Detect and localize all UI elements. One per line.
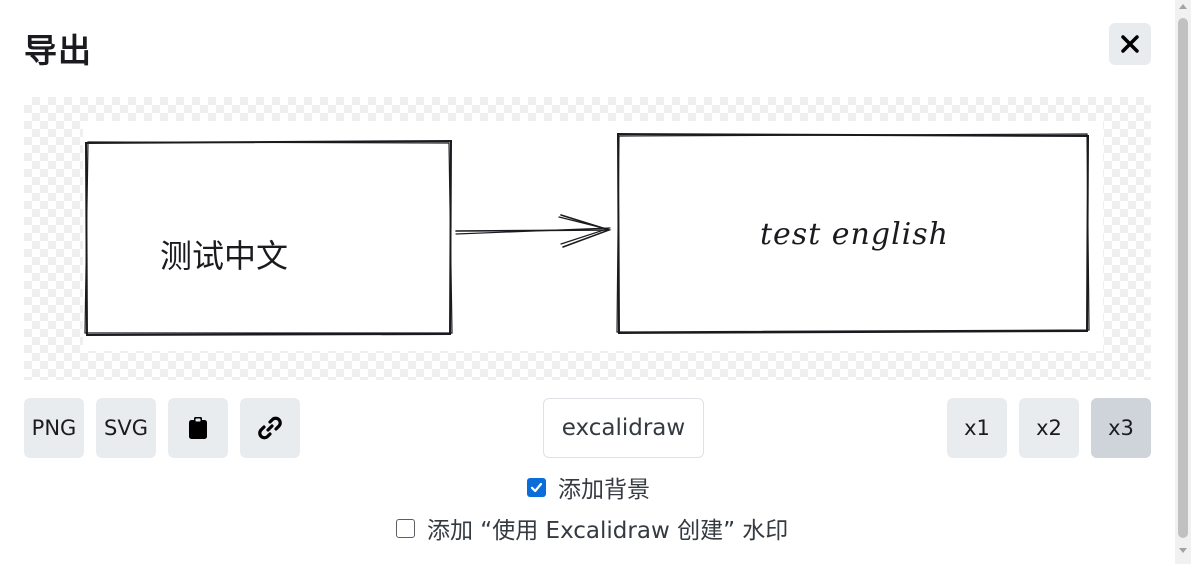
close-button[interactable]: [1109, 23, 1151, 65]
shape-2-text: test english: [760, 217, 949, 252]
scroll-up-arrow-icon[interactable]: [1179, 4, 1187, 9]
dialog-title: 导出: [24, 31, 92, 70]
background-option[interactable]: 添加背景: [527, 470, 650, 504]
vertical-scrollbar[interactable]: [1175, 0, 1191, 564]
export-svg-button[interactable]: SVG: [96, 398, 156, 458]
scale-x2-button[interactable]: x2: [1019, 398, 1079, 458]
export-dialog: 导出 测试中文 test english PNG SVG excalidraw …: [0, 0, 1175, 564]
checkmark-icon: [530, 482, 543, 492]
arrow-shape: [455, 214, 612, 248]
close-icon: [1121, 35, 1139, 53]
background-checkbox[interactable]: [527, 477, 546, 497]
link-icon: [258, 416, 282, 440]
watermark-option-label: 添加 “使用 Excalidraw 创建” 水印: [427, 518, 789, 544]
background-option-label: 添加背景: [558, 477, 650, 503]
export-link-button[interactable]: [240, 398, 300, 458]
filename-input[interactable]: [543, 398, 704, 458]
scale-x3-button[interactable]: x3: [1091, 398, 1151, 458]
watermark-option[interactable]: 添加 “使用 Excalidraw 创建” 水印: [396, 511, 788, 545]
watermark-checkbox[interactable]: [396, 518, 415, 538]
clipboard-icon: [189, 417, 207, 439]
copy-to-clipboard-button[interactable]: [168, 398, 228, 458]
scrollbar-thumb[interactable]: [1178, 18, 1188, 538]
export-preview: 测试中文 test english: [24, 97, 1151, 380]
shape-1-text: 测试中文: [160, 237, 289, 275]
preview-canvas: 测试中文 test english: [83, 121, 1103, 351]
export-png-button[interactable]: PNG: [24, 398, 84, 458]
scale-x1-button[interactable]: x1: [947, 398, 1007, 458]
scroll-down-arrow-icon[interactable]: [1179, 548, 1187, 553]
